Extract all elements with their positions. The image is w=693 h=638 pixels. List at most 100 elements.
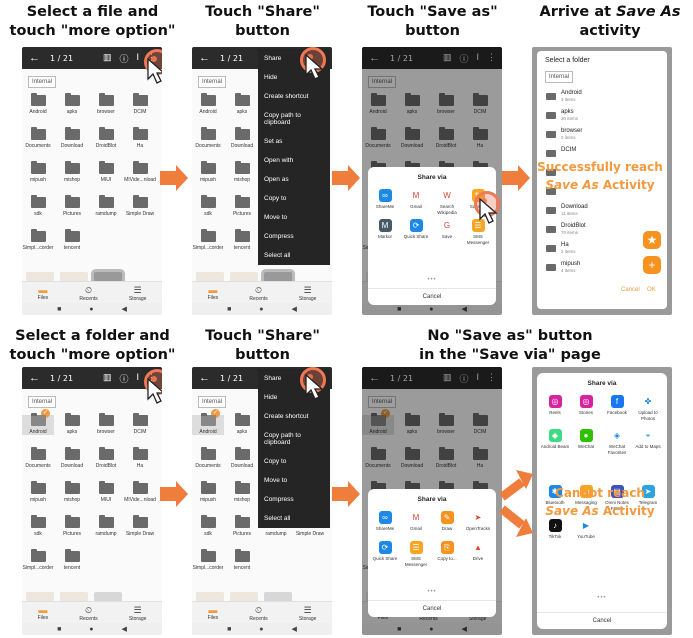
folder-item[interactable]: Simpl...corder bbox=[192, 549, 224, 571]
bottom-nav-item[interactable]: ⏲Recents bbox=[249, 282, 267, 304]
menu-item[interactable]: Move to bbox=[258, 471, 330, 490]
folder-item[interactable]: Pictures bbox=[226, 515, 258, 537]
bottom-nav-item[interactable]: ▬Files bbox=[38, 282, 49, 304]
folder-row[interactable]: Android 3 items bbox=[537, 89, 667, 107]
menu-item[interactable]: Move to bbox=[258, 208, 330, 227]
folder-item[interactable]: mishop bbox=[56, 481, 88, 503]
folder-item[interactable]: tencent bbox=[56, 549, 88, 571]
folder-item[interactable]: apks bbox=[56, 413, 88, 435]
folder-item[interactable]: Simple Draw bbox=[124, 515, 156, 537]
recents-icon[interactable]: ■ bbox=[227, 306, 231, 313]
folder-item[interactable]: DCIM bbox=[124, 93, 156, 115]
info-icon[interactable]: ⓘ bbox=[119, 372, 128, 385]
bottom-nav-item[interactable]: ▬Files bbox=[38, 602, 49, 624]
cancel-button[interactable]: Cancel bbox=[537, 612, 667, 629]
back-icon[interactable]: ◀ bbox=[122, 625, 127, 633]
folder-item[interactable]: ramdump bbox=[90, 515, 122, 537]
folder-item[interactable]: Ha bbox=[124, 127, 156, 149]
folder-item[interactable]: tencent bbox=[226, 549, 258, 571]
folder-item[interactable]: Android bbox=[22, 93, 54, 115]
share-app[interactable]: ▲ Drive bbox=[463, 541, 493, 562]
folder-item[interactable]: MIVide...nload bbox=[124, 481, 156, 503]
folder-item[interactable]: Simple Draw bbox=[124, 195, 156, 217]
menu-item[interactable]: Create shortcut bbox=[258, 87, 330, 106]
folder-item[interactable]: MIUI bbox=[90, 481, 122, 503]
folder-item[interactable]: MIVide...nload bbox=[124, 161, 156, 183]
bottom-nav-item[interactable]: ▬Files bbox=[208, 282, 219, 304]
folder-item[interactable]: Android bbox=[192, 93, 224, 115]
folder-item[interactable]: ✓ Android bbox=[22, 409, 54, 435]
folder-item[interactable]: Ha bbox=[124, 447, 156, 469]
share-app[interactable]: M Gmail bbox=[401, 189, 431, 210]
folder-item[interactable]: Simpl...corder bbox=[192, 229, 224, 251]
back-arrow-icon[interactable]: ← bbox=[199, 372, 210, 384]
folder-item[interactable]: Download bbox=[226, 127, 258, 149]
dialog-cancel-button[interactable]: Cancel bbox=[621, 287, 640, 293]
info-icon[interactable]: ⓘ bbox=[119, 52, 128, 65]
recents-icon[interactable]: ■ bbox=[57, 306, 61, 313]
back-icon[interactable]: ◀ bbox=[292, 305, 297, 313]
folder-item[interactable]: Documents bbox=[22, 127, 54, 149]
folder-item[interactable]: Documents bbox=[22, 447, 54, 469]
favorite-fab-button[interactable]: ★ bbox=[643, 231, 661, 249]
bottom-nav-item[interactable]: ☰Storage bbox=[299, 602, 317, 624]
bottom-nav-item[interactable]: ☰Storage bbox=[299, 282, 317, 304]
share-app[interactable]: ☰ SMS Messenger bbox=[401, 541, 431, 567]
folder-item[interactable]: browser bbox=[90, 413, 122, 435]
folder-item[interactable]: ✓ Android bbox=[192, 409, 224, 435]
text-cursor-icon[interactable]: I bbox=[136, 52, 139, 65]
folder-item[interactable]: DCIM bbox=[124, 413, 156, 435]
menu-item[interactable]: Copy path to clipboard bbox=[258, 106, 330, 132]
recents-icon[interactable]: ■ bbox=[57, 626, 61, 633]
share-app[interactable]: ▶ YouTube bbox=[571, 519, 601, 540]
home-icon[interactable]: ● bbox=[89, 626, 93, 633]
grid-view-icon[interactable]: ▥ bbox=[103, 372, 112, 385]
folder-item[interactable]: Pictures bbox=[226, 195, 258, 217]
folder-item[interactable]: sdk bbox=[192, 515, 224, 537]
share-app[interactable]: ⟳ Quick Share bbox=[401, 219, 431, 240]
back-icon[interactable]: ◀ bbox=[292, 625, 297, 633]
folder-item[interactable]: tencent bbox=[56, 229, 88, 251]
share-app[interactable]: f Facebook bbox=[602, 395, 632, 416]
bottom-nav-item[interactable]: ⏲Recents bbox=[79, 282, 97, 304]
menu-item[interactable]: Copy path to clipboard bbox=[258, 426, 330, 452]
folder-item[interactable]: DroidBlot bbox=[90, 447, 122, 469]
share-app[interactable]: ◎ Reels bbox=[540, 395, 570, 416]
folder-item[interactable]: mipush bbox=[192, 481, 224, 503]
share-app[interactable]: M Gmail bbox=[401, 511, 431, 532]
folder-item[interactable]: mishop bbox=[226, 481, 258, 503]
bottom-nav-item[interactable]: ☰Storage bbox=[129, 602, 147, 624]
share-app[interactable]: ✎ Draw bbox=[432, 511, 462, 532]
share-app[interactable]: ⟳ Quick Share bbox=[370, 541, 400, 562]
folder-item[interactable]: Pictures bbox=[56, 515, 88, 537]
home-icon[interactable]: ● bbox=[259, 306, 263, 313]
share-app[interactable]: M Markor bbox=[370, 219, 400, 240]
share-app[interactable]: ➤ OpenTracks bbox=[463, 511, 493, 532]
storage-chip[interactable]: Internal bbox=[28, 76, 57, 88]
folder-item[interactable]: Download bbox=[226, 447, 258, 469]
folder-item[interactable]: mipush bbox=[22, 481, 54, 503]
folder-item[interactable]: mipush bbox=[192, 161, 224, 183]
share-app[interactable]: ⎘ Copy to... bbox=[432, 541, 462, 562]
menu-item[interactable]: Create shortcut bbox=[258, 407, 330, 426]
storage-chip[interactable]: Internal bbox=[198, 76, 227, 88]
cancel-button[interactable]: Cancel bbox=[368, 288, 496, 305]
menu-item[interactable]: Select all bbox=[258, 509, 330, 528]
folder-item[interactable]: sdk bbox=[22, 195, 54, 217]
storage-chip[interactable]: Internal bbox=[198, 396, 227, 408]
share-app[interactable]: ● WeChat bbox=[571, 429, 601, 450]
folder-item[interactable]: Simpl...corder bbox=[22, 229, 54, 251]
folder-item[interactable]: Documents bbox=[192, 127, 224, 149]
back-arrow-icon[interactable]: ← bbox=[29, 372, 40, 384]
folder-item[interactable]: sdk bbox=[192, 195, 224, 217]
folder-row[interactable]: browser 2 items bbox=[537, 127, 667, 145]
share-app[interactable]: ⌖ Add to Maps bbox=[633, 429, 663, 450]
folder-item[interactable]: Documents bbox=[192, 447, 224, 469]
home-icon[interactable]: ● bbox=[259, 626, 263, 633]
folder-item[interactable]: apks bbox=[226, 413, 258, 435]
back-arrow-icon[interactable]: ← bbox=[29, 52, 40, 64]
storage-chip[interactable]: Internal bbox=[545, 71, 574, 83]
grid-view-icon[interactable]: ▥ bbox=[103, 52, 112, 65]
folder-item[interactable]: MIUI bbox=[90, 161, 122, 183]
menu-item[interactable]: Set as bbox=[258, 132, 330, 151]
